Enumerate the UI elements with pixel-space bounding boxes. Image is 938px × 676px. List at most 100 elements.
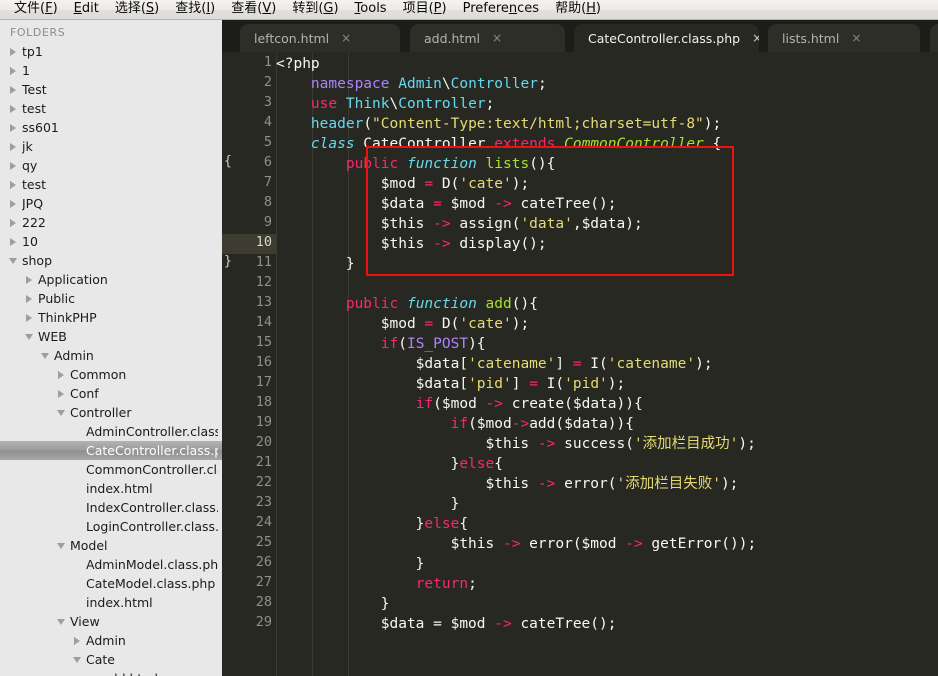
file-tree-file[interactable]: CateController.class.php [0,441,222,460]
chevron-right-icon[interactable] [72,635,83,646]
code-line[interactable]: class CateController extends CommonContr… [276,134,721,154]
menu-item-0[interactable]: 文件(F) [6,0,66,19]
chevron-right-icon[interactable] [8,65,19,76]
chevron-right-icon[interactable] [8,84,19,95]
code-line[interactable]: } [276,254,355,274]
code-line[interactable]: return; [276,574,477,594]
code-line[interactable]: if($mod -> create($data)){ [276,394,643,414]
chevron-down-icon[interactable] [56,540,67,551]
file-tree-folder[interactable]: Common [0,365,222,384]
file-tree-file[interactable]: IndexController.class.php [0,498,222,517]
code-line[interactable]: if(IS_POST){ [276,334,486,354]
tab-bar[interactable]: leftcon.html × add.html × CateController.cla… [222,20,938,52]
chevron-right-icon[interactable] [8,141,19,152]
code-fold-marker[interactable]: } [224,254,232,269]
code-line[interactable]: }else{ [276,514,468,534]
code-line[interactable]: <?php [276,54,320,74]
sidebar-file-tree[interactable]: FOLDERS tp1 1 Test test ss601 jk qy test JPQ 222 1… [0,20,222,676]
chevron-right-icon[interactable] [8,103,19,114]
file-tree-folder[interactable]: Application [0,270,222,289]
fold-marker-column[interactable]: {} [222,52,236,676]
chevron-down-icon[interactable] [8,255,19,266]
file-tree-folder[interactable]: View [0,612,222,631]
file-tree-file[interactable]: AdminController.class.php [0,422,222,441]
code-text[interactable]: <?php namespace Admin\Controller; use Th… [276,52,938,676]
chevron-right-icon[interactable] [24,293,35,304]
code-line[interactable]: $mod = D('cate'); [276,174,529,194]
code-fold-marker[interactable]: { [224,154,232,169]
menu-item-4[interactable]: 查看(V) [223,0,284,19]
file-tree-folder[interactable]: shop [0,251,222,270]
chevron-down-icon[interactable] [56,616,67,627]
code-line[interactable]: $data['pid'] = I('pid'); [276,374,626,394]
code-line[interactable]: $this -> success('添加栏目成功'); [276,434,756,454]
menu-item-3[interactable]: 查找(I) [167,0,223,19]
menu-item-8[interactable]: Preferences [455,0,547,19]
code-line[interactable]: } [276,494,460,514]
close-icon[interactable]: × [492,31,502,45]
close-icon[interactable]: × [752,31,759,45]
chevron-right-icon[interactable] [8,217,19,228]
code-line[interactable]: use Think\Controller; [276,94,494,114]
code-line[interactable]: public function lists(){ [276,154,556,174]
file-tree-file[interactable]: index.html [0,593,222,612]
file-tree-folder[interactable]: JPQ [0,194,222,213]
chevron-right-icon[interactable] [56,388,67,399]
file-tree-file[interactable]: index.html [0,479,222,498]
editor-tab[interactable]: add.html × [410,24,565,52]
editor-tab[interactable]: lists.html × [768,24,920,52]
code-line[interactable]: $this -> display(); [276,234,547,254]
close-icon[interactable]: × [341,31,351,45]
code-line[interactable]: }else{ [276,454,503,474]
code-pane[interactable]: {} 1 2 3 4 5 6 7 8 9 10 11 12 13 14 15 16 17 18 19 20 21 22 23… [222,52,938,676]
file-tree-folder[interactable]: Test [0,80,222,99]
menu-item-5[interactable]: 转到(G) [284,0,346,19]
file-tree-folder[interactable]: Model [0,536,222,555]
menu-item-7[interactable]: 项目(P) [395,0,455,19]
file-tree-file[interactable]: CommonController.class.php [0,460,222,479]
chevron-right-icon[interactable] [56,369,67,380]
code-line[interactable]: namespace Admin\Controller; [276,74,547,94]
close-icon[interactable]: × [851,31,861,45]
code-line[interactable]: $data = $mod -> cateTree(); [276,614,617,634]
menu-item-6[interactable]: Tools [347,0,395,19]
editor-tab[interactable] [930,24,938,52]
chevron-right-icon[interactable] [8,179,19,190]
file-tree-folder[interactable]: 1 [0,61,222,80]
code-line[interactable]: } [276,554,425,574]
code-line[interactable]: } [276,594,390,614]
file-tree-folder[interactable]: WEB [0,327,222,346]
file-tree-folder[interactable]: Controller [0,403,222,422]
file-tree-folder[interactable]: Admin [0,346,222,365]
folder-tree[interactable]: tp1 1 Test test ss601 jk qy test JPQ 222 10 shop App… [0,42,222,676]
file-tree-folder[interactable]: jk [0,137,222,156]
file-tree-file[interactable]: AdminModel.class.php [0,555,222,574]
menu-item-1[interactable]: Edit [66,0,107,19]
file-tree-file[interactable]: CateModel.class.php [0,574,222,593]
file-tree-folder[interactable]: Conf [0,384,222,403]
chevron-right-icon[interactable] [8,198,19,209]
file-tree-folder[interactable]: Admin [0,631,222,650]
file-tree-folder[interactable]: tp1 [0,42,222,61]
file-tree-folder[interactable]: 222 [0,213,222,232]
chevron-right-icon[interactable] [8,122,19,133]
chevron-right-icon[interactable] [24,274,35,285]
menu-item-9[interactable]: 帮助(H) [547,0,609,19]
chevron-down-icon[interactable] [24,331,35,342]
code-line[interactable]: $data['catename'] = I('catename'); [276,354,713,374]
file-tree-folder[interactable]: test [0,175,222,194]
file-tree-folder[interactable]: Public [0,289,222,308]
file-tree-folder[interactable]: ss601 [0,118,222,137]
file-tree-folder[interactable]: Cate [0,650,222,669]
chevron-right-icon[interactable] [24,312,35,323]
chevron-right-icon[interactable] [8,236,19,247]
file-tree-folder[interactable]: qy [0,156,222,175]
code-line[interactable]: $mod = D('cate'); [276,314,529,334]
code-line[interactable]: public function add(){ [276,294,538,314]
code-line[interactable]: header("Content-Type:text/html;charset=u… [276,114,721,134]
editor-tab[interactable]: leftcon.html × [240,24,400,52]
file-tree-file[interactable]: LoginController.class.php [0,517,222,536]
code-line[interactable]: $data = $mod -> cateTree(); [276,194,617,214]
file-tree-folder[interactable]: ThinkPHP [0,308,222,327]
chevron-right-icon[interactable] [8,160,19,171]
